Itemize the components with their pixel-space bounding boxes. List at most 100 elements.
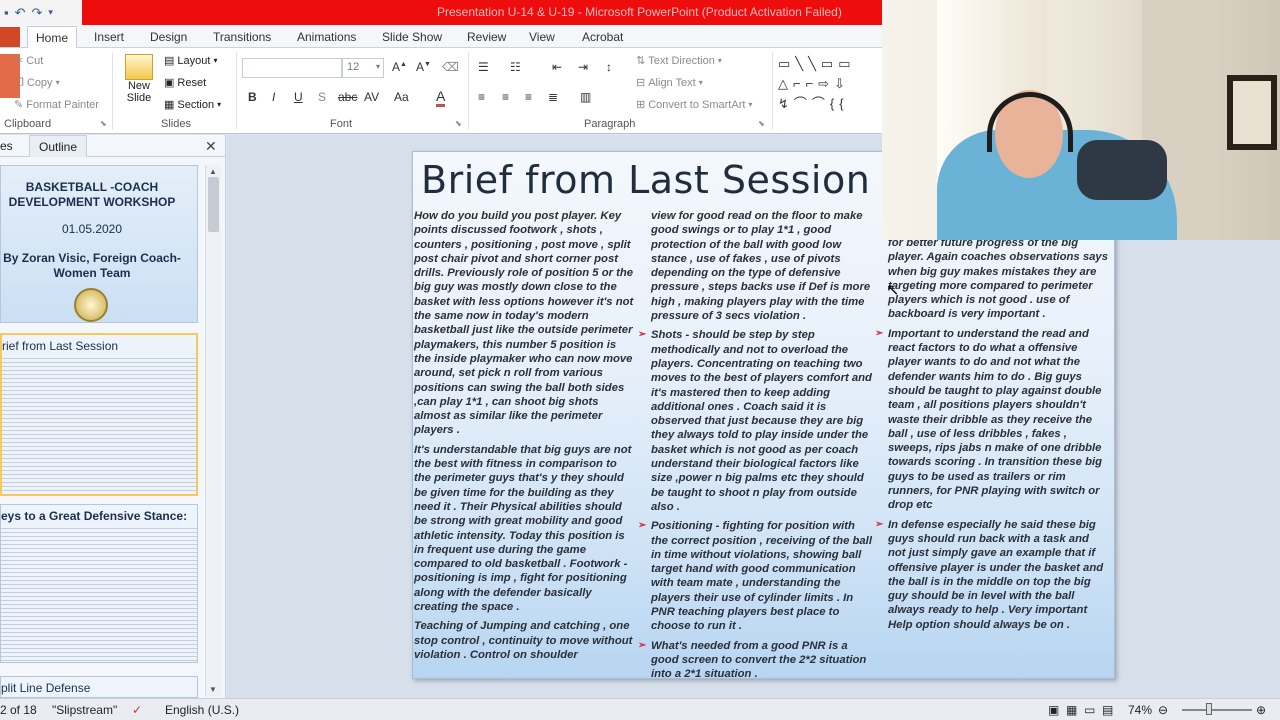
bullets-icon[interactable]: ☰	[478, 60, 489, 74]
paragraph-launcher-icon[interactable]: ⬊	[758, 119, 765, 128]
text-column-1[interactable]: ➢How do you build you post player. Key p…	[414, 209, 635, 667]
theme-name: "Slipstream"	[52, 703, 118, 717]
align-right-icon[interactable]: ≡	[525, 90, 532, 104]
format-painter-button[interactable]: ✎ Format Painter	[14, 98, 99, 112]
ribbon-separator	[468, 52, 469, 130]
chevron-down-icon: ▾	[55, 78, 60, 87]
chevron-down-icon: ▾	[213, 56, 218, 65]
tab-transitions[interactable]: Transitions	[213, 30, 271, 44]
scissors-icon: ✂	[14, 55, 24, 67]
new-slide-button[interactable]: New Slide	[118, 54, 160, 104]
spellcheck-icon[interactable]: ✓	[132, 703, 142, 717]
reset-icon: ▣	[164, 77, 175, 89]
font-launcher-icon[interactable]: ⬊	[455, 119, 462, 128]
quick-access-toolbar: ▪ ↶ ↷ ▾	[0, 0, 82, 25]
reading-view-icon[interactable]: ▭	[1084, 703, 1095, 717]
slide-thumbnail-4[interactable]: plit Line Defense	[0, 676, 198, 698]
grow-font-icon[interactable]: A▲	[392, 60, 407, 74]
tab-review[interactable]: Review	[467, 30, 506, 44]
justify-icon[interactable]: ≣	[548, 90, 558, 104]
zoom-slider[interactable]	[1182, 709, 1252, 711]
char-spacing-button[interactable]: AV	[364, 90, 379, 104]
columns-icon[interactable]: ▥	[580, 90, 591, 104]
align-center-icon[interactable]: ≡	[502, 90, 509, 104]
tab-design[interactable]: Design	[150, 30, 187, 44]
tab-insert[interactable]: Insert	[94, 30, 124, 44]
tab-acrobat[interactable]: Acrobat	[582, 30, 623, 44]
slide-sorter-icon[interactable]: ▦	[1066, 703, 1077, 717]
text-column-3[interactable]: for better future progress of the big pl…	[875, 236, 1108, 637]
status-bar: 2 of 18 "Slipstream" ✓ English (U.S.) ▣ …	[0, 698, 1280, 720]
align-left-icon[interactable]: ≡	[478, 90, 485, 104]
reset-button[interactable]: ▣ Reset	[164, 76, 206, 90]
language[interactable]: English (U.S.)	[165, 703, 239, 717]
bullet-paragraph: ➢ Positioning - fighting for position wit…	[638, 520, 872, 633]
numbering-icon[interactable]: ☷	[510, 60, 521, 74]
continued-paragraph: view for good read on the floor to make …	[651, 210, 871, 323]
convert-smartart-button[interactable]: ⊞ Convert to SmartArt ▾	[636, 98, 752, 112]
bullet-paragraph: ➢ Shots - should be step by step methodic…	[638, 329, 872, 513]
font-color-button[interactable]: A	[436, 88, 446, 107]
slide-title[interactable]: Brief from Last Session	[421, 158, 870, 202]
shrink-font-icon[interactable]: A▼	[416, 60, 431, 74]
tab-animations[interactable]: Animations	[297, 30, 356, 44]
clipboard-launcher-icon[interactable]: ⬊	[100, 119, 107, 128]
slide-thumbnail-2[interactable]: rief from Last Session	[0, 333, 198, 496]
font-size-combo[interactable]: 12 ▾	[342, 58, 384, 78]
text-direction-icon: ⇅	[636, 55, 646, 67]
tab-slide-show[interactable]: Slide Show	[382, 30, 442, 44]
layout-button[interactable]: ▤ Layout ▾	[164, 54, 218, 68]
decrease-indent-icon[interactable]: ⇤	[552, 60, 562, 74]
text-shadow-button[interactable]: S	[318, 90, 326, 104]
headset-icon	[987, 92, 1073, 152]
line-spacing-icon[interactable]: ↕	[606, 60, 612, 74]
slide-count: 2 of 18	[0, 703, 37, 717]
chevron-down-icon: ▾	[698, 78, 703, 87]
font-name-combo[interactable]	[242, 58, 342, 78]
slide-thumbnail-1[interactable]: BASKETBALL -COACH DEVELOPMENT WORKSHOP 0…	[0, 165, 198, 323]
new-slide-icon	[125, 54, 153, 80]
cut-button[interactable]: ✂ Cut	[14, 54, 43, 68]
copy-button[interactable]: ❐ Copy ▾	[14, 76, 60, 90]
section-button[interactable]: ▦ Section ▾	[164, 98, 222, 112]
pane-scrollbar[interactable]: ▲ ▼	[205, 165, 221, 697]
slideshow-icon[interactable]: ▤	[1102, 703, 1113, 717]
bullet-paragraph: ➢How do you build you post player. Key p…	[414, 210, 634, 437]
tab-view[interactable]: View	[529, 30, 555, 44]
customize-qat-icon[interactable]: ▾	[48, 7, 53, 18]
smartart-icon: ⊞	[636, 99, 646, 111]
file-tab[interactable]	[0, 27, 20, 47]
chevron-up-icon[interactable]: ▲	[209, 167, 217, 176]
shapes-gallery[interactable]: ▭╲╲▭▭ △⌐⌐⇨⇩ ↯⌒⌒{{	[778, 54, 882, 114]
increase-indent-icon[interactable]: ⇥	[578, 60, 588, 74]
slide-thumbnail-3[interactable]: eys to a Great Defensive Stance:	[0, 504, 198, 663]
zoom-slider-thumb[interactable]	[1206, 703, 1212, 715]
redo-icon[interactable]: ↷	[32, 5, 43, 21]
webcam-person	[937, 90, 1207, 240]
tab-slides[interactable]: es	[0, 139, 13, 153]
align-text-button[interactable]: ⊟ Align Text ▾	[636, 76, 703, 90]
zoom-out-icon[interactable]: ⊖	[1158, 703, 1168, 717]
underline-button[interactable]: U	[294, 90, 303, 104]
normal-view-icon[interactable]: ▣	[1048, 703, 1059, 717]
clear-formatting-icon[interactable]: ⌫	[442, 60, 459, 74]
chevron-down-icon[interactable]: ▼	[209, 685, 217, 694]
zoom-in-icon[interactable]: ⊕	[1256, 703, 1266, 717]
undo-icon[interactable]: ↶	[15, 5, 26, 21]
strikethrough-button[interactable]: abc	[338, 90, 357, 104]
webcam-person-arm	[1077, 140, 1167, 200]
close-icon[interactable]: ✕	[205, 138, 217, 155]
chevron-down-icon: ▾	[217, 100, 222, 109]
tab-home[interactable]: Home	[27, 26, 78, 49]
window-title: Presentation U-14 & U-19 - Microsoft Pow…	[437, 5, 842, 19]
bullet-paragraph: ➢ What's needed from a good PNR is a good…	[638, 639, 867, 679]
bold-button[interactable]: B	[248, 90, 257, 104]
save-icon[interactable]: ▪	[4, 5, 9, 20]
italic-button[interactable]: I	[272, 90, 275, 104]
text-column-2[interactable]: view for good read on the floor to make …	[638, 209, 873, 679]
scroll-thumb[interactable]	[208, 177, 219, 232]
change-case-button[interactable]: Aa	[394, 90, 409, 104]
tab-outline[interactable]: Outline	[29, 135, 87, 157]
text-direction-button[interactable]: ⇅ Text Direction ▾	[636, 54, 722, 68]
zoom-level[interactable]: 74%	[1128, 703, 1152, 717]
